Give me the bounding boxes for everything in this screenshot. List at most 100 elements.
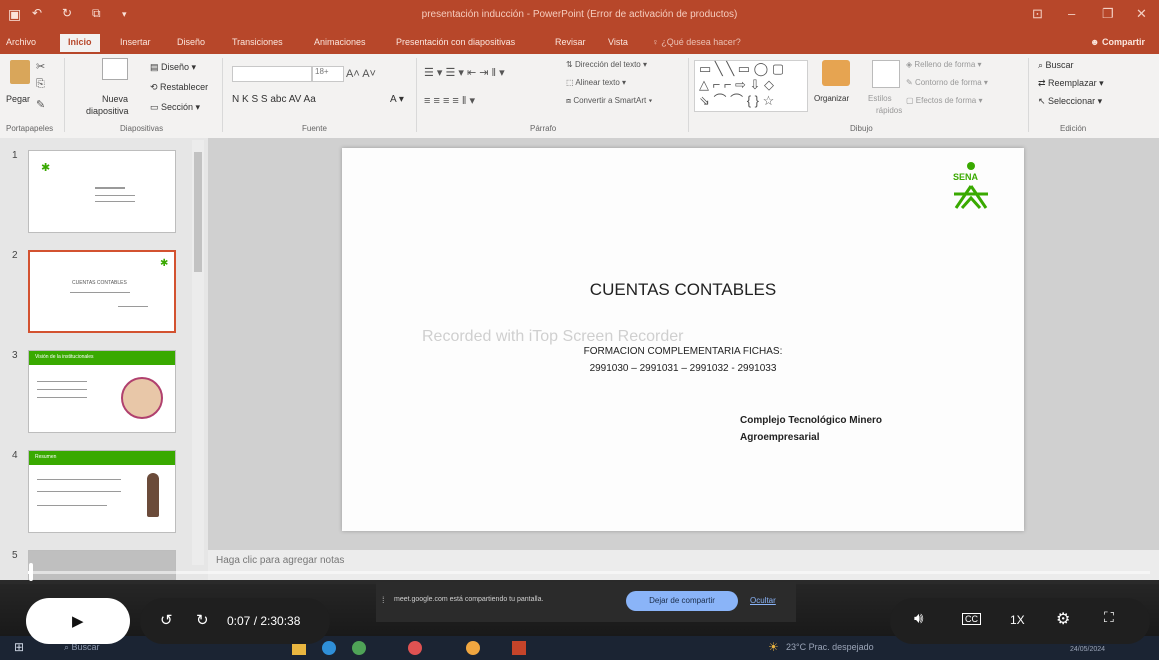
play-button[interactable]: ▶ xyxy=(26,598,130,644)
new-slide-label-2[interactable]: diapositiva xyxy=(86,106,129,116)
video-progress-track[interactable] xyxy=(28,571,1150,574)
scrollbar-thumb[interactable] xyxy=(194,152,202,272)
tab-presentacion[interactable]: Presentación con diapositivas xyxy=(396,37,515,47)
layout-button[interactable]: ▤ Diseño ▾ xyxy=(150,62,196,73)
shape-fill-button[interactable]: ◈ Relleno de forma ▾ xyxy=(906,60,982,69)
thumb-text-line xyxy=(37,479,121,480)
copy-icon[interactable]: ⎘ xyxy=(36,78,45,91)
weather-label[interactable]: 23°C Prac. despejado xyxy=(786,642,874,652)
slide-thumbnail-5[interactable] xyxy=(28,550,176,580)
speed-button[interactable]: 1X xyxy=(1010,613,1025,627)
slide-fichas[interactable]: 2991030 – 2991031 – 2991032 - 2991033 xyxy=(342,363,1024,374)
thumb-number: 2 xyxy=(12,250,18,261)
paste-icon[interactable] xyxy=(10,60,30,84)
section-button[interactable]: ▭ Sección ▾ xyxy=(150,102,200,113)
edge-icon[interactable] xyxy=(322,641,336,655)
new-slide-label-1[interactable]: Nueva xyxy=(102,94,128,104)
shape-outline-label: Contorno de forma xyxy=(914,78,982,87)
grow-font-icon[interactable]: A˄ A˅ xyxy=(346,68,376,80)
close-icon[interactable]: ✕ xyxy=(1136,6,1147,22)
quick-styles-icon[interactable] xyxy=(872,60,900,88)
clock-date[interactable]: 24/05/2024 xyxy=(1070,646,1105,653)
slide-thumbnail-1[interactable]: ✱ xyxy=(28,150,176,233)
group-label-slides: Diapositivas xyxy=(120,124,164,133)
thumb-text-line xyxy=(95,187,125,189)
reset-button[interactable]: ⟲ Restablecer xyxy=(150,82,208,93)
slide-thumbnail-4[interactable]: Resumen xyxy=(28,450,176,533)
divider xyxy=(688,58,689,132)
smartart-label: Convertir a SmartArt xyxy=(573,96,647,105)
play-icon: ▶ xyxy=(72,613,84,630)
replace-button[interactable]: ⇄ Reemplazar ▾ xyxy=(1038,78,1104,89)
find-button[interactable]: ⌕ Buscar xyxy=(1038,60,1074,71)
rewind-10-icon[interactable]: ↺ xyxy=(160,611,173,629)
divider xyxy=(222,58,223,132)
select-button[interactable]: ↖ Seleccionar ▾ xyxy=(1038,96,1102,107)
reset-label: Restablecer xyxy=(160,82,209,92)
thumb-header: Visión de la institucionales xyxy=(35,354,94,360)
bullets-icon[interactable]: ☰ ▾ ☰ ▾ ⇤ ⇥ ‖ ▾ xyxy=(424,66,505,79)
windows-start-icon[interactable]: ⊞ xyxy=(14,640,24,654)
drag-handle-icon[interactable]: ⁞ xyxy=(382,595,385,605)
align-text-button[interactable]: ⬚ Alinear texto ▾ xyxy=(566,78,626,87)
thumb-text-line xyxy=(37,397,87,398)
arrange-icon[interactable] xyxy=(822,60,850,86)
cut-icon[interactable]: ✂ xyxy=(36,60,45,73)
text-direction-label: Dirección del texto xyxy=(574,60,641,69)
powerpoint-icon[interactable] xyxy=(512,641,526,655)
fullscreen-icon[interactable]: ⛶ xyxy=(1104,609,1114,626)
slide-thumbnail-3[interactable]: Visión de la institucionales xyxy=(28,350,176,433)
effects-icon: ▢ xyxy=(906,96,916,105)
slide-org-line-2[interactable]: Agroempresarial xyxy=(740,432,819,443)
browser-icon[interactable] xyxy=(466,641,480,655)
share-button[interactable]: ☻ Compartir xyxy=(1090,37,1145,47)
settings-gear-icon[interactable]: ⚙ xyxy=(1056,609,1070,629)
app-icon[interactable] xyxy=(408,641,422,655)
notes-placeholder: Haga clic para agregar notas xyxy=(216,555,345,566)
tab-animaciones[interactable]: Animaciones xyxy=(314,37,366,47)
tab-insertar[interactable]: Insertar xyxy=(120,37,151,47)
font-size-field[interactable]: 18+ xyxy=(312,66,344,82)
paste-button[interactable]: Pegar xyxy=(6,94,30,104)
shapes-gallery[interactable]: ▭ ╲ ╲ ▭ ◯ ▢ △ ⌐ ⌐ ⇨ ⇩ ◇ ⇘ ⌒ ⌒ { } ☆ xyxy=(694,60,808,112)
captions-icon[interactable]: CC xyxy=(962,613,981,625)
quick-styles-label-2[interactable]: rápidos xyxy=(876,106,902,115)
tab-inicio[interactable]: Inicio xyxy=(60,34,100,52)
ribbon-tabs: Archivo Inicio Insertar Diseño Transicio… xyxy=(0,32,1159,54)
text-direction-button[interactable]: ⇅ Dirección del texto ▾ xyxy=(566,60,647,69)
tab-revisar[interactable]: Revisar xyxy=(555,37,586,47)
tab-archivo[interactable]: Archivo xyxy=(6,37,36,47)
restore-icon[interactable]: ❐ xyxy=(1102,6,1114,22)
slide-org-line-1[interactable]: Complejo Tecnológico Minero xyxy=(740,415,882,426)
quick-styles-label-1[interactable]: Estilos xyxy=(868,94,892,103)
align-icons[interactable]: ≡ ≡ ≡ ≡ ‖ ▾ xyxy=(424,94,475,107)
volume-icon[interactable]: 🔊︎ xyxy=(914,610,923,627)
arrange-button[interactable]: Organizar xyxy=(814,94,849,103)
shape-effects-button[interactable]: ▢ Efectos de forma ▾ xyxy=(906,96,983,105)
slide-subtitle[interactable]: FORMACION COMPLEMENTARIA FICHAS: xyxy=(342,346,1024,357)
ribbon-options-icon[interactable]: ⊡ xyxy=(1032,6,1043,22)
font-name-field[interactable] xyxy=(232,66,312,82)
align-text-label: Alinear texto xyxy=(575,78,620,87)
shape-outline-button[interactable]: ✎ Contorno de forma ▾ xyxy=(906,78,988,87)
slide-thumbnails-pane: 1 ✱ 2 ✱ CUENTAS CONTABLES 3 Visión de la… xyxy=(0,138,208,580)
chrome-icon[interactable] xyxy=(352,641,366,655)
tab-transiciones[interactable]: Transiciones xyxy=(232,37,283,47)
smartart-button[interactable]: ⧈ Convertir a SmartArt ▾ xyxy=(566,96,652,106)
tab-diseno[interactable]: Diseño xyxy=(177,37,205,47)
video-progress-handle[interactable] xyxy=(29,563,33,581)
font-format-buttons[interactable]: N K S S abc AV Aa xyxy=(232,94,316,105)
slide-thumbnail-2[interactable]: ✱ CUENTAS CONTABLES xyxy=(28,250,176,333)
tell-me-search[interactable]: ♀ ¿Qué desea hacer? xyxy=(652,37,741,47)
slide-title[interactable]: CUENTAS CONTABLES xyxy=(342,280,1024,300)
stop-sharing-button[interactable]: Dejar de compartir xyxy=(626,591,738,611)
hide-banner-link[interactable]: Ocultar xyxy=(750,596,776,605)
current-slide[interactable]: SENA CUENTAS CONTABLES Recorded with iTo… xyxy=(342,148,1024,531)
forward-10-icon[interactable]: ↻ xyxy=(196,611,209,629)
notes-pane[interactable]: Haga clic para agregar notas xyxy=(208,550,1159,580)
new-slide-icon[interactable] xyxy=(102,58,128,80)
minimize-icon[interactable]: – xyxy=(1068,6,1075,21)
tab-vista[interactable]: Vista xyxy=(608,37,628,47)
font-color-icon[interactable]: A ▾ xyxy=(390,94,404,105)
format-painter-icon[interactable]: ✎ xyxy=(36,98,45,111)
